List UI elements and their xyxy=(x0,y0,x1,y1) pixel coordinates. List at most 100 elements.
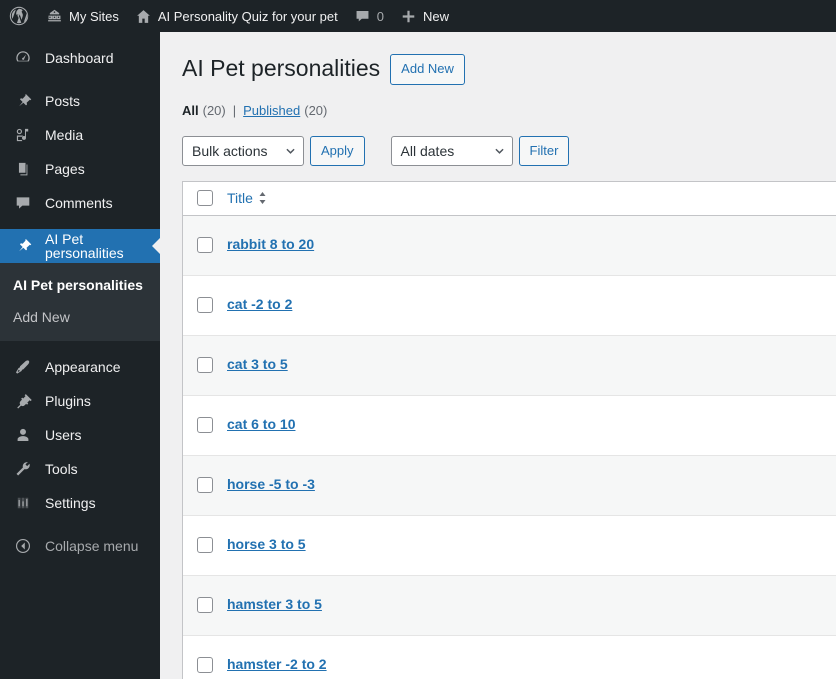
media-icon xyxy=(13,125,33,145)
table-row[interactable]: cat 6 to 10 xyxy=(183,395,836,456)
date-filter-selected-value: All dates xyxy=(400,142,455,159)
table-row[interactable]: cat -2 to 2 xyxy=(183,275,836,336)
chevron-down-icon xyxy=(286,148,295,154)
chevron-down-icon xyxy=(494,148,504,154)
views-filter-links: All (20) | Published (20) xyxy=(182,103,836,118)
sidebar-label-ai-pet-personalities: AI Pet personalities xyxy=(45,231,124,261)
table-row[interactable]: hamster -2 to 2 xyxy=(183,635,836,679)
table-row[interactable]: horse 3 to 5 xyxy=(183,515,836,576)
sidebar-item-posts[interactable]: Posts xyxy=(0,84,160,118)
view-count-published: (20) xyxy=(304,102,328,118)
admin-bar-item-new[interactable]: New xyxy=(392,0,457,32)
admin-sidebar-menu: Dashboard Posts Media Pages Comments AI … xyxy=(0,32,160,679)
row-title-link[interactable]: hamster 3 to 5 xyxy=(227,595,322,615)
row-checkbox[interactable] xyxy=(197,357,213,373)
comment-count: 0 xyxy=(376,8,384,24)
sidebar-label-settings: Settings xyxy=(45,495,96,512)
comment-bubble-icon xyxy=(354,8,371,25)
admin-bar: My Sites AI Personality Quiz for your pe… xyxy=(0,0,836,32)
sidebar-item-plugins[interactable]: Plugins xyxy=(0,384,160,418)
sidebar-label-plugins: Plugins xyxy=(45,393,91,410)
table-row[interactable]: cat 3 to 5 xyxy=(183,335,836,396)
select-all-checkbox[interactable] xyxy=(197,190,213,206)
row-checkbox-cell xyxy=(183,537,227,553)
column-header-title[interactable]: Title xyxy=(227,190,267,206)
row-checkbox[interactable] xyxy=(197,297,213,313)
sidebar-item-ai-pet-personalities[interactable]: AI Pet personalities xyxy=(0,229,160,263)
pages-icon xyxy=(13,159,33,179)
sidebar-item-settings[interactable]: Settings xyxy=(0,486,160,520)
row-checkbox-cell xyxy=(183,417,227,433)
select-all-checkbox-cell xyxy=(183,190,227,206)
admin-bar-new-label: New xyxy=(423,8,450,24)
comments-icon xyxy=(13,193,33,213)
sidebar-item-appearance[interactable]: Appearance xyxy=(0,350,160,384)
row-title-link[interactable]: cat -2 to 2 xyxy=(227,295,292,315)
row-checkbox[interactable] xyxy=(197,597,213,613)
add-new-button[interactable]: Add New xyxy=(390,54,465,85)
menu-separator-4 xyxy=(0,520,160,529)
row-checkbox[interactable] xyxy=(197,477,213,493)
users-icon xyxy=(13,425,33,445)
bulk-actions-select[interactable]: Bulk actions xyxy=(182,135,304,166)
sidebar-item-tools[interactable]: Tools xyxy=(0,452,160,486)
row-checkbox[interactable] xyxy=(197,237,213,253)
sidebar-item-users[interactable]: Users xyxy=(0,418,160,452)
row-checkbox-cell xyxy=(183,597,227,613)
sidebar-item-dashboard[interactable]: Dashboard xyxy=(0,41,160,75)
sort-indicator-icon xyxy=(258,191,267,205)
posts-list-table: Title rabbit 8 to 20 cat -2 to 2 cat 3 t… xyxy=(182,180,836,679)
sidebar-label-media: Media xyxy=(45,127,84,143)
sidebar-item-pages[interactable]: Pages xyxy=(0,152,160,186)
row-checkbox[interactable] xyxy=(197,417,213,433)
row-checkbox-cell xyxy=(183,297,227,313)
admin-bar-item-site-name[interactable]: AI Personality Quiz for your pet xyxy=(127,0,346,32)
row-title-link[interactable]: rabbit 8 to 20 xyxy=(227,235,314,255)
row-checkbox-cell xyxy=(183,237,227,253)
table-row[interactable]: horse -5 to -3 xyxy=(183,455,836,516)
appearance-brush-icon xyxy=(13,357,33,377)
content-wrap: AI Pet personalities Add New All (20) | … xyxy=(160,32,836,679)
sidebar-submenu: AI Pet personalities Add New xyxy=(0,263,160,342)
site-home-icon xyxy=(135,8,152,25)
sidebar-label-pages: Pages xyxy=(45,161,85,177)
submenu-item-add-new[interactable]: Add New xyxy=(0,302,160,334)
sidebar-item-media[interactable]: Media xyxy=(0,118,160,152)
row-checkbox[interactable] xyxy=(197,657,213,673)
admin-bar-item-comments[interactable]: 0 xyxy=(346,0,392,32)
current-menu-arrow-icon xyxy=(152,238,160,254)
view-link-published[interactable]: Published xyxy=(243,103,300,118)
submenu-item-ai-pet-personalities[interactable]: AI Pet personalities xyxy=(0,270,160,302)
row-title-link[interactable]: cat 3 to 5 xyxy=(227,355,288,375)
date-filter-select[interactable]: All dates xyxy=(390,135,513,166)
sidebar-label-collapse-menu: Collapse menu xyxy=(45,538,139,555)
row-title-link[interactable]: horse -5 to -3 xyxy=(227,475,315,495)
table-header-row: Title xyxy=(183,181,836,216)
row-checkbox[interactable] xyxy=(197,537,213,553)
admin-bar-my-sites-label: My Sites xyxy=(69,8,119,24)
sidebar-item-comments[interactable]: Comments xyxy=(0,186,160,220)
row-title-link[interactable]: horse 3 to 5 xyxy=(227,535,306,555)
table-row[interactable]: hamster 3 to 5 xyxy=(183,575,836,636)
view-link-all[interactable]: All xyxy=(182,103,199,118)
apply-button[interactable]: Apply xyxy=(310,135,365,166)
plugin-icon xyxy=(13,391,33,411)
admin-bar-site-label: AI Personality Quiz for your pet xyxy=(157,8,338,24)
bulk-actions-selected-value: Bulk actions xyxy=(192,142,268,159)
tools-wrench-icon xyxy=(13,459,33,479)
filter-button[interactable]: Filter xyxy=(518,135,570,166)
table-row[interactable]: rabbit 8 to 20 xyxy=(183,215,836,276)
row-checkbox-cell xyxy=(183,477,227,493)
sidebar-item-collapse-menu[interactable]: Collapse menu xyxy=(0,529,160,563)
row-title-link[interactable]: cat 6 to 10 xyxy=(227,415,295,435)
admin-bar-item-my-sites[interactable]: My Sites xyxy=(38,0,127,32)
wordpress-logo-button[interactable] xyxy=(0,0,38,32)
menu-separator-2 xyxy=(0,220,160,229)
page-header: AI Pet personalities Add New xyxy=(182,54,836,85)
pin-icon xyxy=(13,91,33,111)
row-checkbox-cell xyxy=(183,357,227,373)
wordpress-logo-icon xyxy=(9,6,29,26)
table-navigation-top: Bulk actions Apply All dates Filter xyxy=(182,135,836,166)
sidebar-label-tools: Tools xyxy=(45,461,78,478)
row-title-link[interactable]: hamster -2 to 2 xyxy=(227,655,327,675)
